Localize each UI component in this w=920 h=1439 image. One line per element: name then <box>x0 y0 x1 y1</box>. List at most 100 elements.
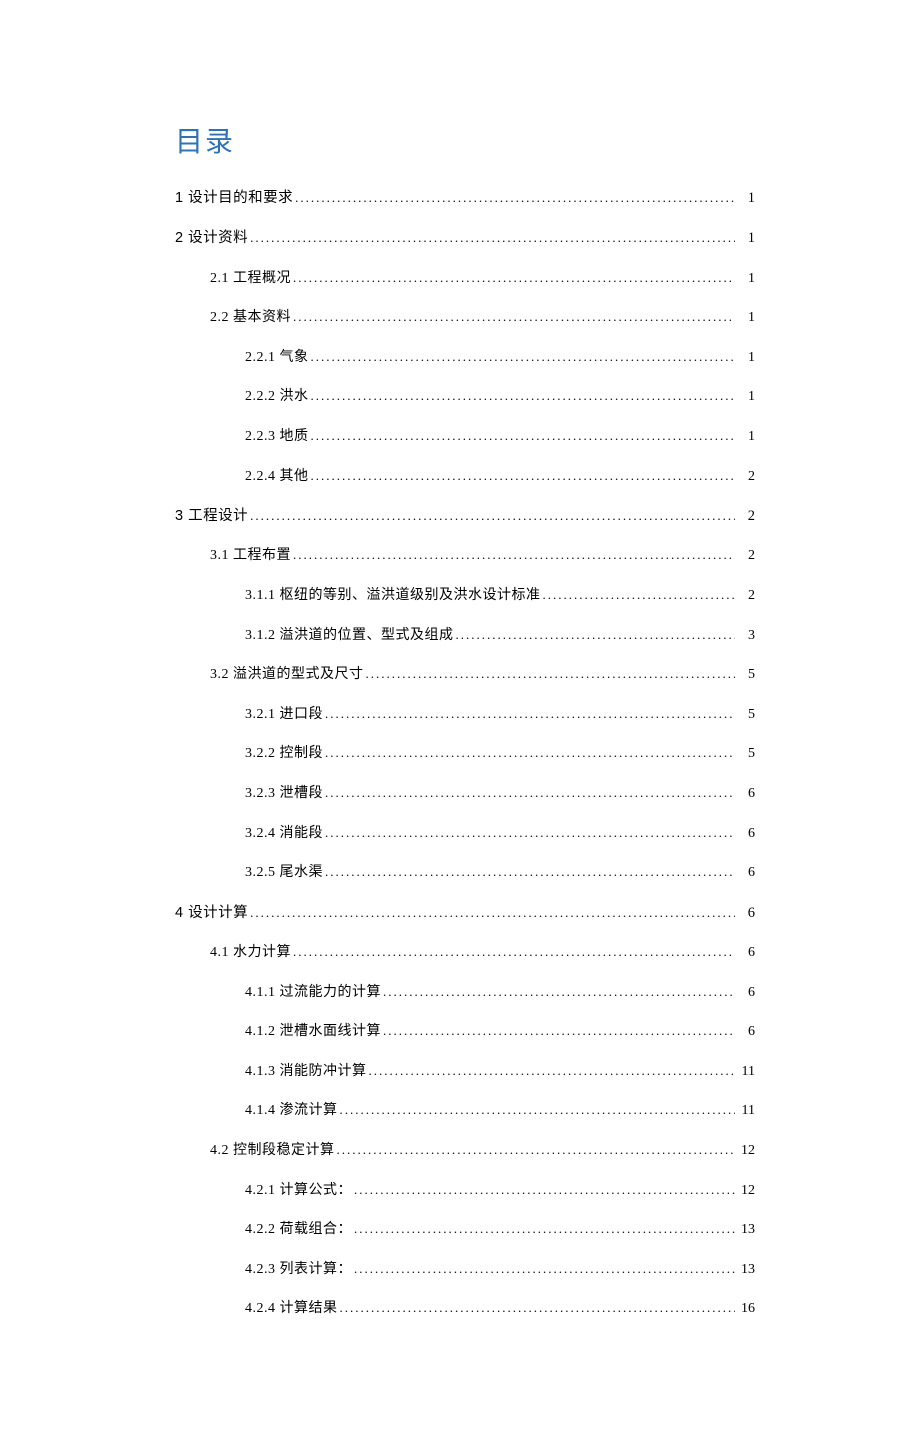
toc-entry-page: 6 <box>737 943 755 963</box>
toc-entry-label: 4.1.2 泄槽水面线计算 <box>245 1022 381 1042</box>
toc-entry[interactable]: 4.1 水力计算................................… <box>210 943 755 963</box>
toc-entry[interactable]: 2.2 基本资料................................… <box>210 308 755 328</box>
toc-entry[interactable]: 3.2.3 泄槽段...............................… <box>245 784 755 804</box>
toc-entry-label: 4 设计计算 <box>175 903 248 923</box>
toc-entry-label: 2.2.2 洪水 <box>245 387 309 407</box>
toc-entry-page: 5 <box>737 665 755 685</box>
toc-entry[interactable]: 4.2.3 列表计算：.............................… <box>245 1260 755 1280</box>
toc-entry-label: 4.2.4 计算结果 <box>245 1299 338 1319</box>
toc-entry[interactable]: 4.2.4 计算结果..............................… <box>245 1299 755 1319</box>
toc-leader-dots: ........................................… <box>250 904 735 922</box>
toc-leader-dots: ........................................… <box>311 348 736 366</box>
toc-entry-page: 12 <box>737 1141 755 1161</box>
toc-entry-label: 4.1.1 过流能力的计算 <box>245 983 381 1003</box>
toc-entry-page: 13 <box>737 1220 755 1240</box>
toc-leader-dots: ........................................… <box>293 943 735 961</box>
toc-leader-dots: ........................................… <box>340 1299 736 1317</box>
toc-entry[interactable]: 4.1.2 泄槽水面线计算...........................… <box>245 1022 755 1042</box>
toc-entry[interactable]: 4.2.1 计算公式：.............................… <box>245 1181 755 1201</box>
toc-entry[interactable]: 3.1.2 溢洪道的位置、型式及组成......................… <box>245 626 755 646</box>
toc-entry-label: 2.1 工程概况 <box>210 269 291 289</box>
toc-entry-page: 6 <box>737 903 755 923</box>
toc-entry-page: 1 <box>737 348 755 368</box>
toc-entry[interactable]: 2.2.1 气象................................… <box>245 348 755 368</box>
toc-entry-page: 6 <box>737 863 755 883</box>
toc-leader-dots: ........................................… <box>293 546 735 564</box>
toc-entry[interactable]: 2.1 工程概况................................… <box>210 269 755 289</box>
toc-entry[interactable]: 3.2.4 消能段...............................… <box>245 824 755 844</box>
toc-entry-page: 1 <box>737 308 755 328</box>
toc-entry-page: 5 <box>737 705 755 725</box>
toc-entry[interactable]: 4.2 控制段稳定计算.............................… <box>210 1141 755 1161</box>
toc-entry[interactable]: 4 设计计算..................................… <box>175 903 755 923</box>
toc-entry-label: 3.2.5 尾水渠 <box>245 863 323 883</box>
toc-entry-label: 2.2 基本资料 <box>210 308 291 328</box>
toc-entry-label: 2.2.4 其他 <box>245 467 309 487</box>
toc-leader-dots: ........................................… <box>311 427 736 445</box>
toc-entry[interactable]: 1 设计目的和要求...............................… <box>175 188 755 208</box>
toc-entry-page: 11 <box>737 1101 755 1121</box>
toc-entry[interactable]: 4.1.4 渗流计算..............................… <box>245 1101 755 1121</box>
toc-entry[interactable]: 3.2.1 进口段...............................… <box>245 705 755 725</box>
toc-entry-label: 4.2.1 计算公式： <box>245 1181 352 1201</box>
toc-entry-label: 4.2.3 列表计算： <box>245 1260 352 1280</box>
toc-leader-dots: ........................................… <box>337 1141 736 1159</box>
document-page: 目录 1 设计目的和要求............................… <box>0 0 920 1439</box>
toc-entry-label: 4.2 控制段稳定计算 <box>210 1141 335 1161</box>
toc-entry-page: 1 <box>737 228 755 248</box>
toc-entry[interactable]: 4.1.3 消能防冲计算............................… <box>245 1062 755 1082</box>
toc-leader-dots: ........................................… <box>354 1181 735 1199</box>
toc-entry[interactable]: 3 工程设计..................................… <box>175 506 755 526</box>
toc-leader-dots: ........................................… <box>383 983 735 1001</box>
toc-entry-label: 1 设计目的和要求 <box>175 188 293 208</box>
toc-leader-dots: ........................................… <box>311 467 736 485</box>
toc-entry-label: 4.1.4 渗流计算 <box>245 1101 338 1121</box>
toc-leader-dots: ........................................… <box>250 507 735 525</box>
toc-entry-label: 3.2.2 控制段 <box>245 744 323 764</box>
toc-entry-label: 3.1.2 溢洪道的位置、型式及组成 <box>245 626 454 646</box>
toc-entry[interactable]: 4.1.1 过流能力的计算...........................… <box>245 983 755 1003</box>
toc-entry-page: 6 <box>737 824 755 844</box>
toc-entry-page: 13 <box>737 1260 755 1280</box>
toc-entry[interactable]: 2.2.3 地质................................… <box>245 427 755 447</box>
toc-leader-dots: ........................................… <box>325 744 735 762</box>
toc-leader-dots: ........................................… <box>325 705 735 723</box>
toc-leader-dots: ........................................… <box>293 269 735 287</box>
toc-entry[interactable]: 4.2.2 荷载组合：.............................… <box>245 1220 755 1240</box>
toc-entry-page: 6 <box>737 983 755 1003</box>
toc-title: 目录 <box>175 120 755 160</box>
toc-entry-label: 4.1 水力计算 <box>210 943 291 963</box>
toc-entry[interactable]: 3.1 工程布置................................… <box>210 546 755 566</box>
toc-leader-dots: ........................................… <box>369 1062 736 1080</box>
toc-leader-dots: ........................................… <box>354 1260 735 1278</box>
toc-entry-page: 2 <box>737 586 755 606</box>
toc-list: 1 设计目的和要求...............................… <box>175 188 755 1319</box>
toc-entry-page: 16 <box>737 1299 755 1319</box>
toc-entry-page: 11 <box>737 1062 755 1082</box>
toc-leader-dots: ........................................… <box>456 626 736 644</box>
toc-entry-label: 3.2 溢洪道的型式及尺寸 <box>210 665 364 685</box>
toc-leader-dots: ........................................… <box>325 863 735 881</box>
toc-entry-label: 3.1 工程布置 <box>210 546 291 566</box>
toc-leader-dots: ........................................… <box>325 824 735 842</box>
toc-entry-page: 6 <box>737 784 755 804</box>
toc-entry[interactable]: 3.2.5 尾水渠...............................… <box>245 863 755 883</box>
toc-leader-dots: ........................................… <box>293 308 735 326</box>
toc-entry-page: 6 <box>737 1022 755 1042</box>
toc-entry-page: 2 <box>737 546 755 566</box>
toc-entry-page: 12 <box>737 1181 755 1201</box>
toc-entry[interactable]: 2 设计资料..................................… <box>175 228 755 248</box>
toc-entry-page: 1 <box>737 387 755 407</box>
toc-entry[interactable]: 3.2 溢洪道的型式及尺寸...........................… <box>210 665 755 685</box>
toc-entry-label: 2.2.1 气象 <box>245 348 309 368</box>
toc-entry[interactable]: 3.2.2 控制段...............................… <box>245 744 755 764</box>
toc-entry[interactable]: 3.1.1 枢纽的等别、溢洪道级别及洪水设计标准................… <box>245 586 755 606</box>
toc-entry-page: 1 <box>737 269 755 289</box>
toc-entry[interactable]: 2.2.4 其他................................… <box>245 467 755 487</box>
toc-entry[interactable]: 2.2.2 洪水................................… <box>245 387 755 407</box>
toc-entry-label: 3.1.1 枢纽的等别、溢洪道级别及洪水设计标准 <box>245 586 541 606</box>
toc-entry-label: 3.2.4 消能段 <box>245 824 323 844</box>
toc-entry-page: 1 <box>737 188 755 208</box>
toc-entry-page: 2 <box>737 506 755 526</box>
toc-leader-dots: ........................................… <box>325 784 735 802</box>
